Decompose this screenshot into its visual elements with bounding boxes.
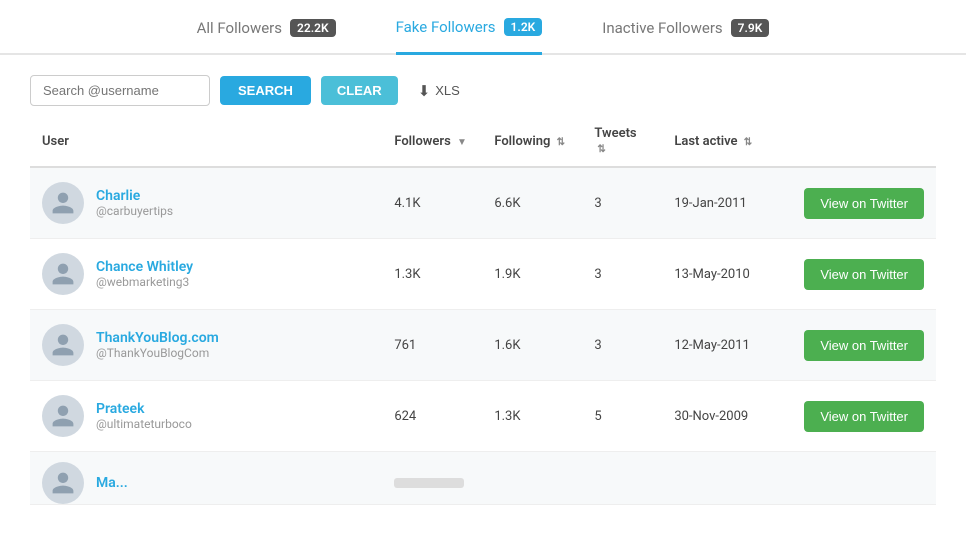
lastactive-cell-0: 19-Jan-2011 <box>662 167 792 239</box>
table-row: ThankYouBlog.com @ThankYouBlogCom 761 1.… <box>30 310 936 381</box>
user-icon <box>50 403 76 429</box>
action-cell-2: View on Twitter <box>792 310 936 381</box>
user-handle-3: @ultimateturboco <box>96 417 192 431</box>
followers-table: User Followers ▼ Following ⇅ Tweets ⇅ La… <box>30 116 936 505</box>
tab-fake-followers-badge: 1.2K <box>504 18 543 36</box>
partial-followers-cell <box>382 452 482 505</box>
lastactive-cell-3: 30-Nov-2009 <box>662 381 792 452</box>
col-header-user: User <box>30 116 382 167</box>
user-cell-1: Chance Whitley @webmarketing3 <box>30 239 382 310</box>
action-cell-3: View on Twitter <box>792 381 936 452</box>
clear-button[interactable]: CLEAR <box>321 76 398 105</box>
lastactive-cell-2: 12-May-2011 <box>662 310 792 381</box>
view-twitter-button-3[interactable]: View on Twitter <box>804 401 924 432</box>
download-icon: ⬇ <box>418 82 431 100</box>
lastactive-cell-1: 13-May-2010 <box>662 239 792 310</box>
partial-lastactive-cell <box>662 452 792 505</box>
tab-inactive-followers[interactable]: Inactive Followers 7.9K <box>602 19 769 53</box>
table-row: Chance Whitley @webmarketing3 1.3K 1.9K … <box>30 239 936 310</box>
search-button[interactable]: SEARCH <box>220 76 311 105</box>
col-header-action <box>792 116 936 167</box>
user-name-3[interactable]: Prateek <box>96 401 192 417</box>
avatar-2 <box>42 324 84 366</box>
tab-inactive-followers-badge: 7.9K <box>731 19 770 37</box>
user-icon <box>50 332 76 358</box>
user-handle-0: @carbuyertips <box>96 204 173 218</box>
user-name-2[interactable]: ThankYouBlog.com <box>96 330 219 346</box>
toolbar: SEARCH CLEAR ⬇ XLS <box>0 55 966 116</box>
tweets-cell-2: 3 <box>582 310 662 381</box>
following-cell-1: 1.9K <box>482 239 582 310</box>
partial-user-cell: Ma... <box>30 452 382 505</box>
partial-user-name[interactable]: Ma... <box>96 475 128 491</box>
followers-cell-3: 624 <box>382 381 482 452</box>
col-header-followers[interactable]: Followers ▼ <box>382 116 482 167</box>
user-icon <box>50 190 76 216</box>
tab-fake-followers[interactable]: Fake Followers 1.2K <box>396 18 543 55</box>
tweets-cell-0: 3 <box>582 167 662 239</box>
followers-cell-1: 1.3K <box>382 239 482 310</box>
tweets-sort-icon: ⇅ <box>597 144 605 155</box>
xls-label: XLS <box>435 83 460 98</box>
view-twitter-button-1[interactable]: View on Twitter <box>804 259 924 290</box>
user-cell-2: ThankYouBlog.com @ThankYouBlogCom <box>30 310 382 381</box>
partial-action-cell <box>792 452 936 505</box>
tab-all-followers-badge: 22.2K <box>290 19 336 37</box>
user-icon <box>50 470 76 496</box>
table-row: Charlie @carbuyertips 4.1K 6.6K 3 19-Jan… <box>30 167 936 239</box>
user-cell-3: Prateek @ultimateturboco <box>30 381 382 452</box>
col-header-following[interactable]: Following ⇅ <box>482 116 582 167</box>
avatar-3 <box>42 395 84 437</box>
tweets-cell-1: 3 <box>582 239 662 310</box>
user-handle-2: @ThankYouBlogCom <box>96 346 219 360</box>
lastactive-sort-icon: ⇅ <box>744 137 752 148</box>
followers-sort-icon: ▼ <box>457 137 467 148</box>
xls-button[interactable]: ⬇ XLS <box>418 82 460 100</box>
tab-all-followers-label: All Followers <box>197 19 282 37</box>
partial-following-cell <box>482 452 582 505</box>
col-header-lastactive[interactable]: Last active ⇅ <box>662 116 792 167</box>
avatar-1 <box>42 253 84 295</box>
user-name-1[interactable]: Chance Whitley <box>96 259 193 275</box>
view-twitter-button-2[interactable]: View on Twitter <box>804 330 924 361</box>
col-header-tweets[interactable]: Tweets ⇅ <box>582 116 662 167</box>
action-cell-1: View on Twitter <box>792 239 936 310</box>
table-row: Prateek @ultimateturboco 624 1.3K 5 30-N… <box>30 381 936 452</box>
view-twitter-button-0[interactable]: View on Twitter <box>804 188 924 219</box>
followers-cell-2: 761 <box>382 310 482 381</box>
tabs-container: All Followers 22.2K Fake Followers 1.2K … <box>0 0 966 55</box>
table-header-row: User Followers ▼ Following ⇅ Tweets ⇅ La… <box>30 116 936 167</box>
user-handle-1: @webmarketing3 <box>96 275 193 289</box>
following-cell-0: 6.6K <box>482 167 582 239</box>
search-input[interactable] <box>30 75 210 106</box>
partial-tweets-cell <box>582 452 662 505</box>
avatar-0 <box>42 182 84 224</box>
user-icon <box>50 261 76 287</box>
tab-inactive-followers-label: Inactive Followers <box>602 19 722 37</box>
tab-fake-followers-label: Fake Followers <box>396 18 496 36</box>
action-cell-0: View on Twitter <box>792 167 936 239</box>
user-cell-0: Charlie @carbuyertips <box>30 167 382 239</box>
table-row-partial: Ma... <box>30 452 936 505</box>
following-cell-3: 1.3K <box>482 381 582 452</box>
tab-all-followers[interactable]: All Followers 22.2K <box>197 19 336 53</box>
followers-cell-0: 4.1K <box>382 167 482 239</box>
tweets-cell-3: 5 <box>582 381 662 452</box>
user-name-0[interactable]: Charlie <box>96 188 173 204</box>
table-wrapper: User Followers ▼ Following ⇅ Tweets ⇅ La… <box>0 116 966 505</box>
following-cell-2: 1.6K <box>482 310 582 381</box>
partial-avatar <box>42 462 84 504</box>
following-sort-icon: ⇅ <box>557 137 565 148</box>
